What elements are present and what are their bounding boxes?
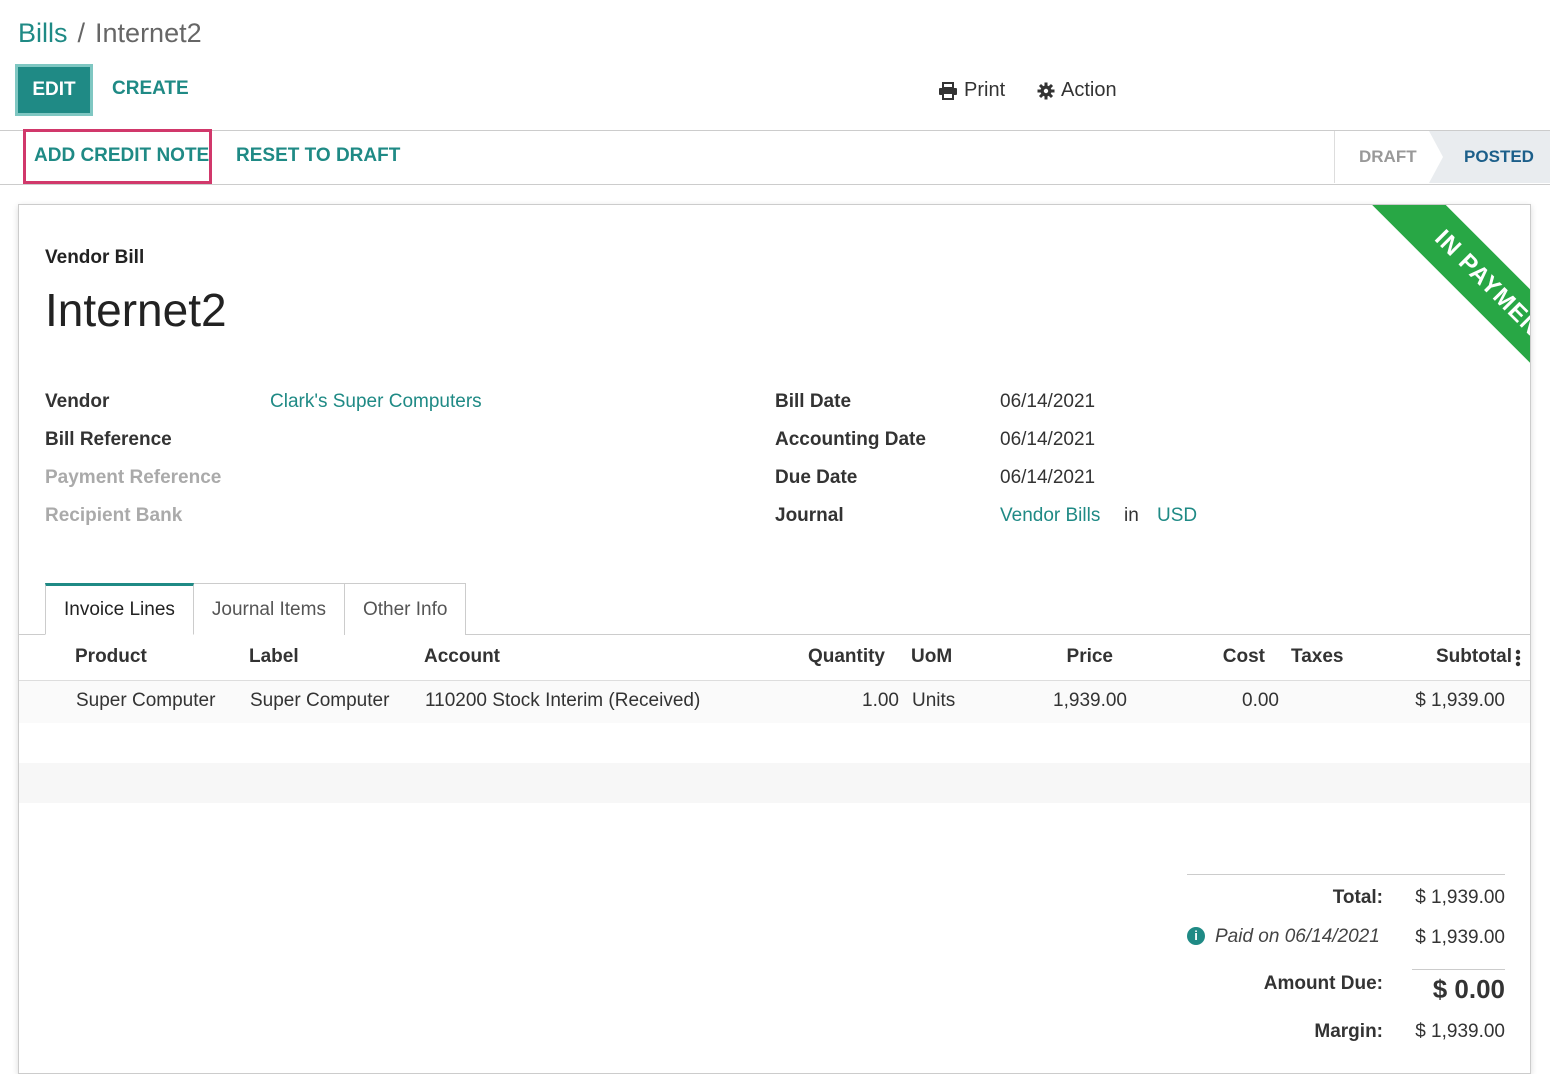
- total-label: Total:: [1332, 887, 1383, 908]
- column-header-quantity[interactable]: Quantity: [785, 646, 885, 668]
- cell-account: 110200 Stock Interim (Received): [425, 690, 701, 711]
- tab-journal-items[interactable]: Journal Items: [192, 583, 345, 635]
- divider: [0, 130, 1550, 131]
- margin-value: $ 1,939.00: [1415, 1021, 1505, 1042]
- total-value: $ 1,939.00: [1415, 887, 1505, 908]
- stage-draft[interactable]: DRAFT: [1359, 147, 1417, 167]
- notebook-tabs: Invoice Lines Journal Items Other Info: [45, 583, 467, 635]
- journal-link[interactable]: Vendor Bills: [1000, 505, 1100, 527]
- amount-due-divider: [1412, 969, 1505, 970]
- margin-label: Margin:: [1314, 1021, 1383, 1042]
- column-header-cost[interactable]: Cost: [1165, 646, 1265, 668]
- create-button[interactable]: CREATE: [112, 78, 189, 100]
- vendor-label: Vendor: [45, 391, 110, 412]
- cell-label: Super Computer: [250, 690, 390, 711]
- add-credit-note-button[interactable]: ADD CREDIT NOTE: [34, 145, 209, 167]
- due-date-value: 06/14/2021: [1000, 467, 1096, 488]
- cell-quantity: 1.00: [862, 690, 899, 711]
- breadcrumb: Bills / Internet2: [18, 18, 202, 49]
- payment-reference-label: Payment Reference: [45, 467, 222, 488]
- cell-price: 1,939.00: [1053, 690, 1127, 711]
- stage-posted-label: POSTED: [1464, 147, 1534, 166]
- cell-cost: 0.00: [1242, 690, 1279, 711]
- gear-icon: [1037, 82, 1055, 99]
- amount-due-value: $ 0.00: [1432, 974, 1505, 1004]
- print-icon: [939, 81, 957, 100]
- cell-uom: Units: [912, 690, 956, 711]
- tab-other-info[interactable]: Other Info: [343, 583, 467, 635]
- column-options-icon[interactable]: [1515, 649, 1521, 667]
- print-label: Print: [964, 79, 1006, 101]
- totals-divider: [1187, 874, 1505, 875]
- breadcrumb-separator: /: [77, 18, 86, 48]
- cell-product: Super Computer: [76, 690, 216, 711]
- empty-row: [19, 763, 1530, 803]
- action-label: Action: [1061, 79, 1117, 101]
- breadcrumb-bills-link[interactable]: Bills: [18, 18, 68, 48]
- cell-subtotal: $ 1,939.00: [1415, 690, 1505, 711]
- accounting-date-value: 06/14/2021: [1000, 429, 1096, 450]
- column-header-subtotal[interactable]: Subtotal: [1412, 646, 1512, 668]
- document-type: Vendor Bill: [45, 247, 145, 268]
- column-header-price[interactable]: Price: [1013, 646, 1113, 668]
- stage-posted[interactable]: POSTED: [1429, 131, 1550, 183]
- column-header-taxes[interactable]: Taxes: [1291, 646, 1343, 668]
- edit-button[interactable]: EDIT: [15, 64, 93, 116]
- column-header-uom[interactable]: UoM: [911, 646, 952, 668]
- divider: [0, 184, 1550, 185]
- vendor-link[interactable]: Clark's Super Computers: [270, 391, 482, 413]
- form-sheet: IN PAYMENT Vendor Bill Internet2 Vendor …: [18, 204, 1531, 1074]
- payment-info[interactable]: i Paid on 06/14/2021: [1187, 926, 1380, 948]
- amount-due-label: Amount Due:: [1263, 973, 1383, 994]
- journal-label: Journal: [775, 505, 844, 526]
- status-ribbon: IN PAYMENT: [1315, 205, 1530, 420]
- paid-value: $ 1,939.00: [1415, 927, 1505, 948]
- column-header-label[interactable]: Label: [249, 646, 299, 668]
- table-row[interactable]: [19, 681, 1530, 723]
- ribbon-label: IN PAYMENT: [1361, 205, 1530, 420]
- reset-to-draft-button[interactable]: RESET TO DRAFT: [236, 145, 400, 167]
- due-date-label: Due Date: [775, 467, 858, 488]
- status-pipeline: DRAFT POSTED: [1334, 131, 1550, 183]
- column-header-account[interactable]: Account: [424, 646, 500, 668]
- document-title: Internet2: [45, 284, 227, 336]
- info-icon[interactable]: i: [1187, 927, 1205, 945]
- bill-date-label: Bill Date: [775, 391, 852, 412]
- accounting-date-label: Accounting Date: [775, 429, 926, 450]
- breadcrumb-current: Internet2: [95, 18, 202, 48]
- print-button[interactable]: Print: [938, 79, 1005, 102]
- tab-invoice-lines[interactable]: Invoice Lines: [45, 583, 194, 635]
- currency-link[interactable]: USD: [1157, 505, 1197, 527]
- recipient-bank-label: Recipient Bank: [45, 505, 183, 526]
- column-header-product[interactable]: Product: [75, 646, 147, 668]
- action-button[interactable]: Action: [1037, 79, 1117, 102]
- bill-reference-label: Bill Reference: [45, 429, 172, 450]
- bill-date-value: 06/14/2021: [1000, 391, 1096, 412]
- journal-in-text: in: [1124, 505, 1139, 526]
